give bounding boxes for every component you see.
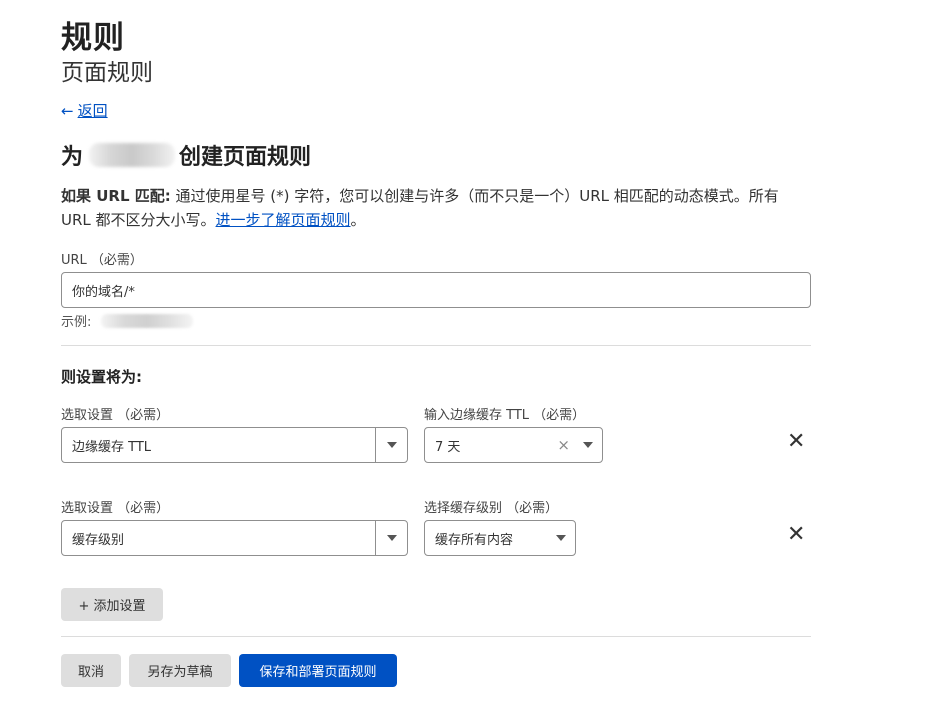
remove-setting-icon[interactable]: ✕: [787, 524, 805, 546]
form-heading-prefix: 为: [61, 145, 84, 170]
setting-pick-select[interactable]: 缓存级别: [61, 520, 408, 556]
example-label: 示例:: [61, 315, 92, 330]
cache-level-select[interactable]: 缓存所有内容: [424, 520, 576, 556]
ttl-value: 7 天: [435, 439, 461, 455]
setting-pick-label: 选取设置 （必需）: [61, 501, 170, 516]
form-heading: 为 创建页面规则: [61, 139, 311, 171]
redacted-example: [101, 313, 194, 328]
chevron-down-icon[interactable]: [547, 535, 575, 541]
settings-title: 则设置将为:: [61, 368, 142, 386]
intro-text: 如果 URL 匹配: 通过使用星号 (*) 字符，您可以创建与许多（而不只是一个…: [61, 184, 813, 232]
setting-value-label: 输入边缘缓存 TTL （必需）: [424, 408, 586, 423]
cancel-button[interactable]: 取消: [61, 654, 121, 687]
setting-value-label: 选择缓存级别 （必需）: [424, 501, 559, 516]
intro-bold: 如果 URL 匹配:: [61, 187, 171, 205]
setting-pick-value: 边缘缓存 TTL: [72, 439, 152, 455]
setting-pick-select[interactable]: 边缘缓存 TTL: [61, 427, 408, 463]
page-subtitle: 页面规则: [61, 60, 153, 86]
divider: [61, 345, 811, 346]
back-link[interactable]: ← 返回: [61, 100, 108, 121]
url-input[interactable]: [61, 272, 811, 308]
arrow-left-icon: ←: [61, 101, 74, 120]
learn-more-link[interactable]: 进一步了解页面规则: [216, 211, 351, 229]
url-example: 示例:: [61, 311, 194, 330]
remove-setting-icon[interactable]: ✕: [787, 431, 805, 453]
clear-icon[interactable]: ×: [553, 436, 574, 454]
save-draft-button[interactable]: 另存为草稿: [129, 654, 231, 687]
form-heading-suffix: 创建页面规则: [179, 145, 312, 170]
url-label: URL （必需）: [61, 253, 143, 268]
chevron-down-icon[interactable]: [574, 442, 602, 448]
cache-level-value: 缓存所有内容: [435, 532, 514, 548]
setting-pick-value: 缓存级别: [72, 532, 125, 548]
divider: [61, 636, 811, 637]
page-title: 规则: [61, 20, 125, 56]
redacted-domain: [89, 143, 176, 167]
ttl-select[interactable]: 7 天 ×: [424, 427, 603, 463]
add-setting-button[interactable]: + 添加设置: [61, 588, 163, 621]
setting-pick-label: 选取设置 （必需）: [61, 408, 170, 423]
back-link-label: 返回: [77, 102, 108, 120]
save-deploy-button[interactable]: 保存和部署页面规则: [239, 654, 397, 687]
chevron-down-icon[interactable]: [375, 428, 407, 462]
intro-end: 。: [350, 211, 366, 229]
chevron-down-icon[interactable]: [375, 521, 407, 555]
